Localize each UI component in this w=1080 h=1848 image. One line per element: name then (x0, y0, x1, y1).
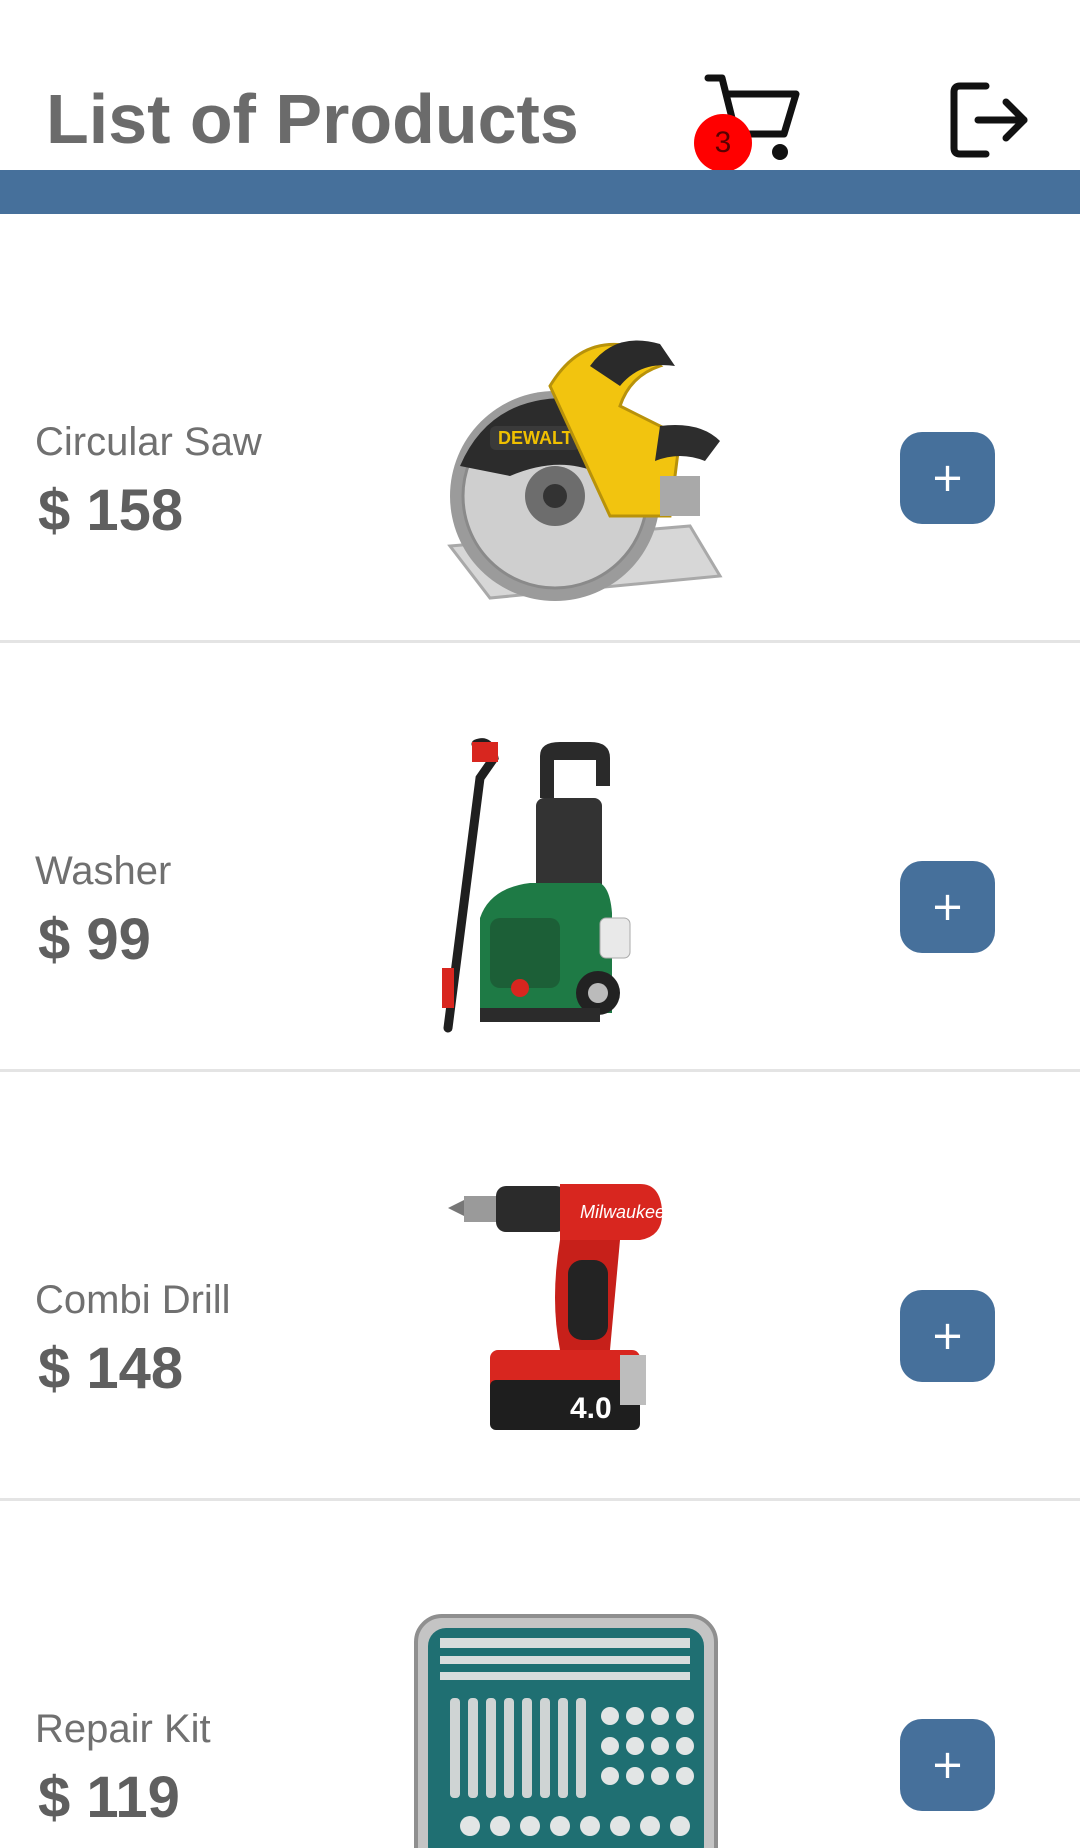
product-row[interactable]: Washer $ 99 + (0, 643, 1080, 1072)
add-to-cart-button[interactable]: + (900, 1290, 995, 1382)
svg-text:4.0: 4.0 (570, 1392, 612, 1425)
logout-button[interactable] (950, 80, 1030, 160)
logout-arrow-icon (950, 82, 1028, 158)
cart-count-badge: 3 (694, 114, 752, 172)
repair-kit-image (414, 1614, 718, 1848)
add-to-cart-button[interactable]: + (900, 432, 995, 524)
circular-saw-image: DEWALT (447, 340, 723, 601)
product-row[interactable]: Repair Kit $ 119 + (0, 1501, 1080, 1848)
pressure-washer-image (442, 738, 631, 1033)
app-header: List of Products 3 (0, 0, 1080, 172)
add-to-cart-button[interactable]: + (900, 861, 995, 953)
product-name: Washer (35, 849, 172, 893)
product-list-screen: List of Products 3 Circular Saw $ 158 DE… (0, 0, 1080, 1848)
cart-button[interactable]: 3 (692, 70, 804, 176)
product-name: Repair Kit (35, 1707, 211, 1751)
product-price: $ 119 (38, 1765, 180, 1830)
product-name: Circular Saw (35, 420, 262, 464)
product-price: $ 158 (38, 478, 184, 543)
add-to-cart-button[interactable]: + (900, 1719, 995, 1811)
product-name: Combi Drill (35, 1278, 231, 1322)
combi-drill-image: Milwaukee 4.0 (448, 1184, 665, 1430)
product-row[interactable]: Circular Saw $ 158 DEWALT + (0, 214, 1080, 643)
product-price: $ 99 (38, 907, 151, 972)
product-list: Circular Saw $ 158 DEWALT + Washer $ 99 … (0, 214, 1080, 1848)
svg-text:DEWALT: DEWALT (498, 428, 573, 448)
product-price: $ 148 (38, 1336, 184, 1401)
header-accent-bar (0, 170, 1080, 214)
product-row[interactable]: Combi Drill $ 148 Milwaukee 4.0 + (0, 1072, 1080, 1501)
svg-text:Milwaukee: Milwaukee (580, 1202, 665, 1222)
page-title: List of Products (46, 80, 579, 158)
